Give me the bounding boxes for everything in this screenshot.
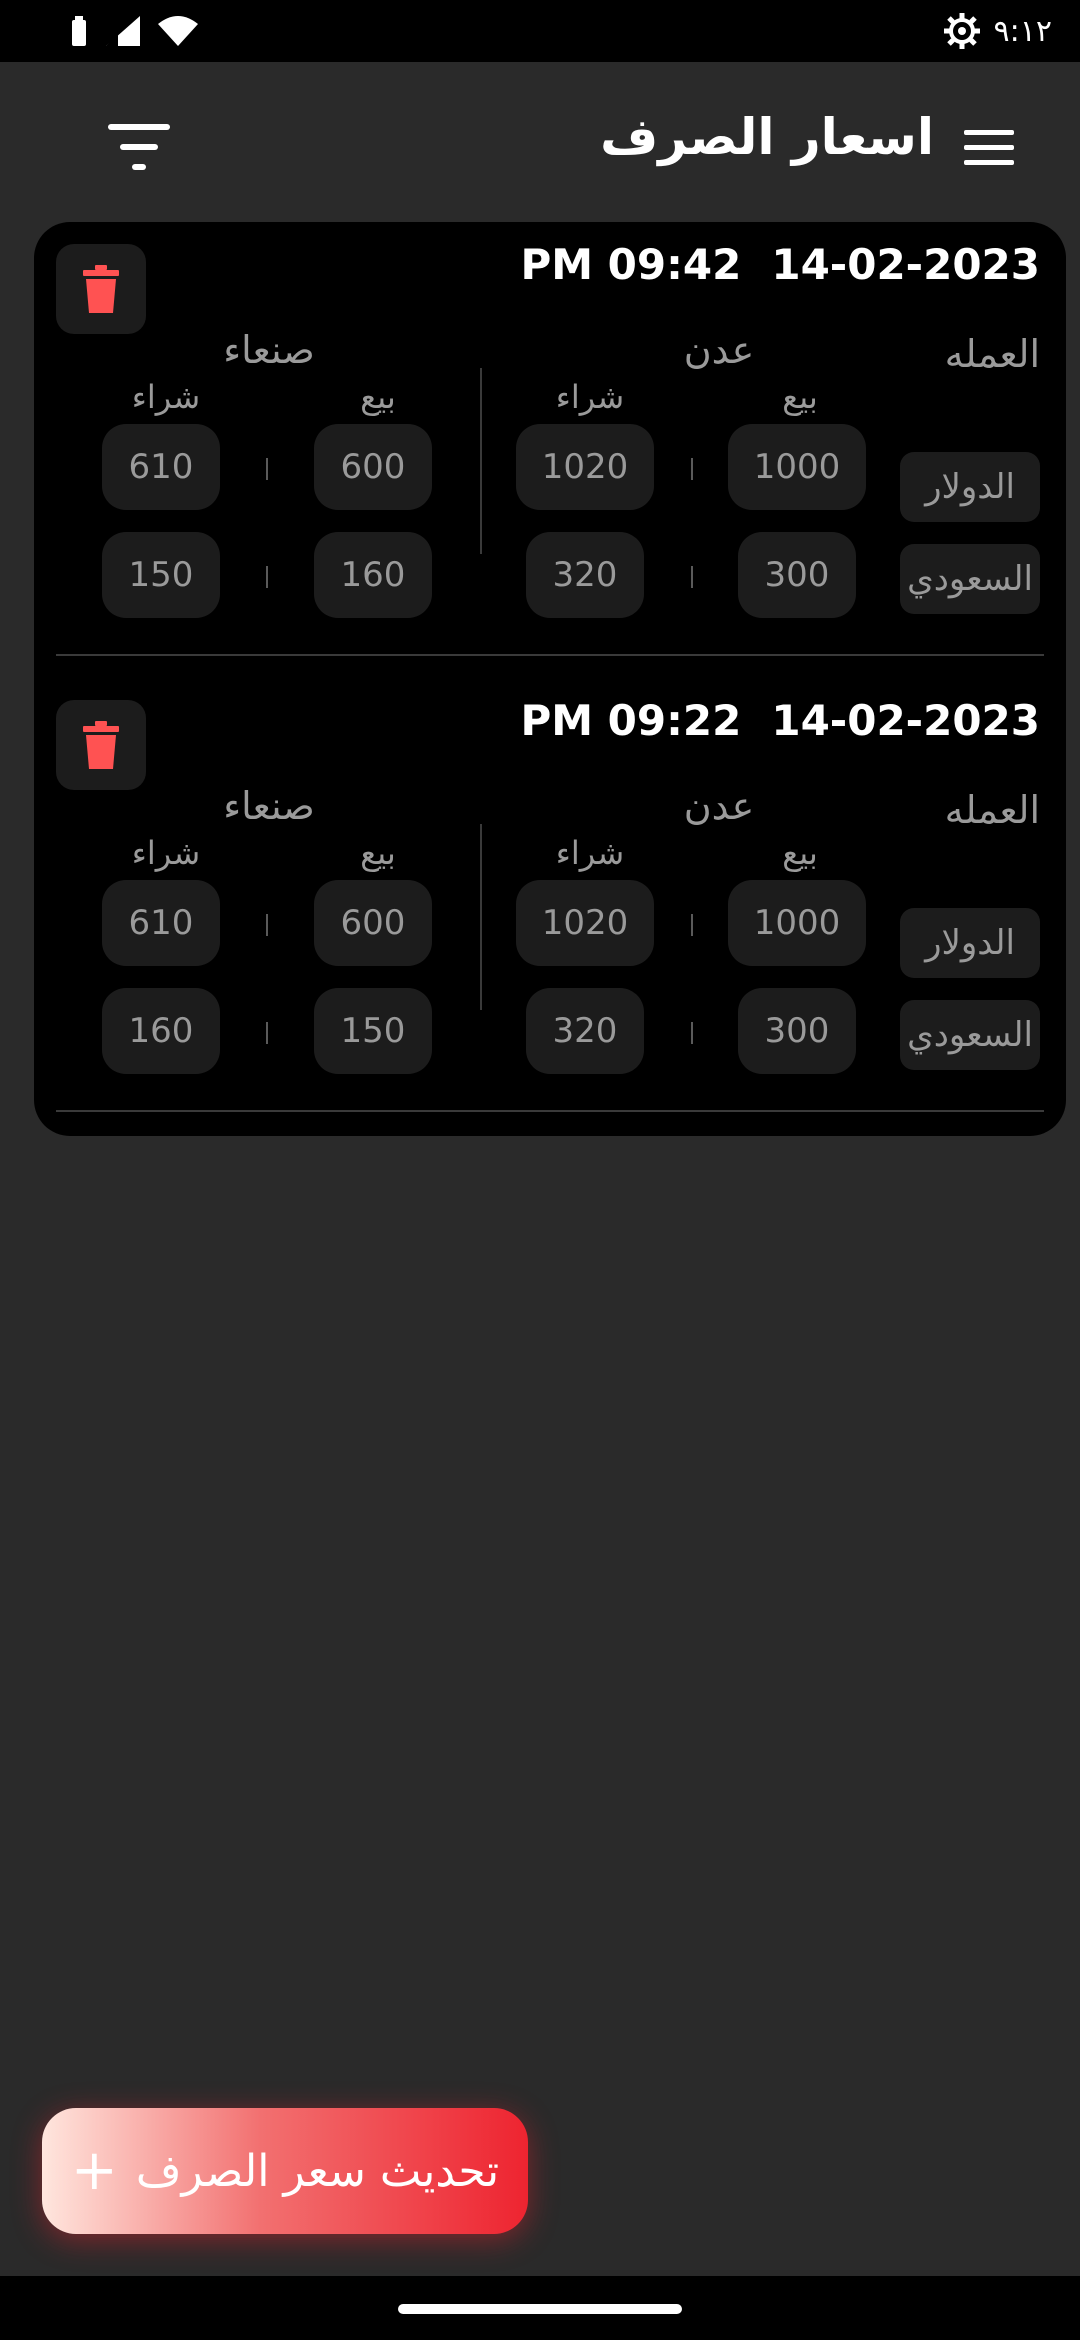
value-separator (691, 1022, 693, 1044)
aden-sell-value: 300 (738, 532, 856, 618)
aden-sell-value: 1000 (728, 424, 866, 510)
currency-label-sar: السعودي (900, 1000, 1040, 1070)
sanaa-sell-label: بيع (360, 834, 396, 872)
currency-column-title: العمله (944, 788, 1040, 832)
sanaa-sell-value: 150 (314, 988, 432, 1074)
column-divider (480, 824, 482, 1010)
navigation-bar (0, 2276, 1080, 2340)
value-separator (266, 914, 268, 936)
aden-column-title: عدن (683, 328, 755, 372)
update-rate-label: تحديث سعر الصرف (135, 2145, 500, 2197)
currency-label-sar: السعودي (900, 544, 1040, 614)
aden-sell-value: 300 (738, 988, 856, 1074)
sanaa-sell-value: 600 (314, 880, 432, 966)
sanaa-buy-value: 150 (102, 532, 220, 618)
currency-label-usd: الدولار (900, 452, 1040, 522)
sanaa-buy-label: شراء (131, 834, 201, 872)
sanaa-buy-value: 610 (102, 880, 220, 966)
signal-icon (106, 16, 140, 46)
status-bar: ٩:١٢ (0, 0, 1080, 62)
column-divider (480, 368, 482, 554)
aden-buy-value: 1020 (516, 424, 654, 510)
value-separator (691, 914, 693, 936)
sanaa-sell-value: 160 (314, 532, 432, 618)
entry-datetime: PM 09:42 14-02-2023 (520, 240, 1040, 289)
trash-icon (83, 721, 119, 769)
entry-date: 14-02-2023 (771, 240, 1040, 289)
entry-separator (56, 1110, 1044, 1112)
entry-time: PM 09:22 (520, 696, 742, 745)
sanaa-buy-label: شراء (131, 378, 201, 416)
update-rate-button[interactable]: + تحديث سعر الصرف (42, 2108, 528, 2234)
aden-buy-value: 1020 (516, 880, 654, 966)
status-right: ٩:١٢ (943, 13, 1052, 49)
value-separator (266, 1022, 268, 1044)
aden-sell-value: 1000 (728, 880, 866, 966)
sanaa-sell-value: 600 (314, 424, 432, 510)
value-separator (691, 566, 693, 588)
value-separator (266, 566, 268, 588)
sanaa-column-title: صنعاء (223, 328, 315, 372)
status-time: ٩:١٢ (993, 13, 1052, 49)
sanaa-buy-value: 160 (102, 988, 220, 1074)
entry-date: 14-02-2023 (771, 696, 1040, 745)
aden-buy-label: شراء (555, 378, 625, 416)
menu-button[interactable] (964, 126, 1016, 170)
sanaa-sell-label: بيع (360, 378, 396, 416)
aden-column-title: عدن (683, 784, 755, 828)
page-title: اسعار الصرف (600, 108, 934, 166)
app-bar: اسعار الصرف (0, 62, 1080, 230)
value-separator (266, 458, 268, 480)
sanaa-column-title: صنعاء (223, 784, 315, 828)
hamburger-menu-icon (964, 130, 1014, 165)
aden-buy-label: شراء (555, 834, 625, 872)
wifi-icon (158, 16, 198, 46)
filter-icon (108, 124, 170, 170)
currency-label-usd: الدولار (900, 908, 1040, 978)
entry-datetime: PM 09:22 14-02-2023 (520, 696, 1040, 745)
delete-button[interactable] (56, 244, 146, 334)
filter-button[interactable] (108, 122, 178, 174)
entry-separator (56, 654, 1044, 656)
settings-gear-icon (943, 13, 980, 49)
sanaa-buy-value: 610 (102, 424, 220, 510)
aden-sell-label: بيع (782, 834, 818, 872)
rate-entry: PM 09:22 14-02-2023 العمله عدن صنعاء بيع… (34, 678, 1066, 1134)
home-indicator[interactable] (398, 2304, 682, 2314)
aden-buy-value: 320 (526, 532, 644, 618)
entry-time: PM 09:42 (520, 240, 742, 289)
status-icons (70, 16, 198, 46)
plus-icon: + (70, 2138, 118, 2203)
aden-buy-value: 320 (526, 988, 644, 1074)
value-separator (691, 458, 693, 480)
delete-button[interactable] (56, 700, 146, 790)
aden-sell-label: بيع (782, 378, 818, 416)
rates-card: PM 09:42 14-02-2023 العمله عدن صنعاء بيع… (34, 222, 1066, 1136)
battery-icon (72, 16, 86, 46)
currency-column-title: العمله (944, 332, 1040, 376)
trash-icon (83, 265, 119, 313)
rate-entry: PM 09:42 14-02-2023 العمله عدن صنعاء بيع… (34, 222, 1066, 678)
